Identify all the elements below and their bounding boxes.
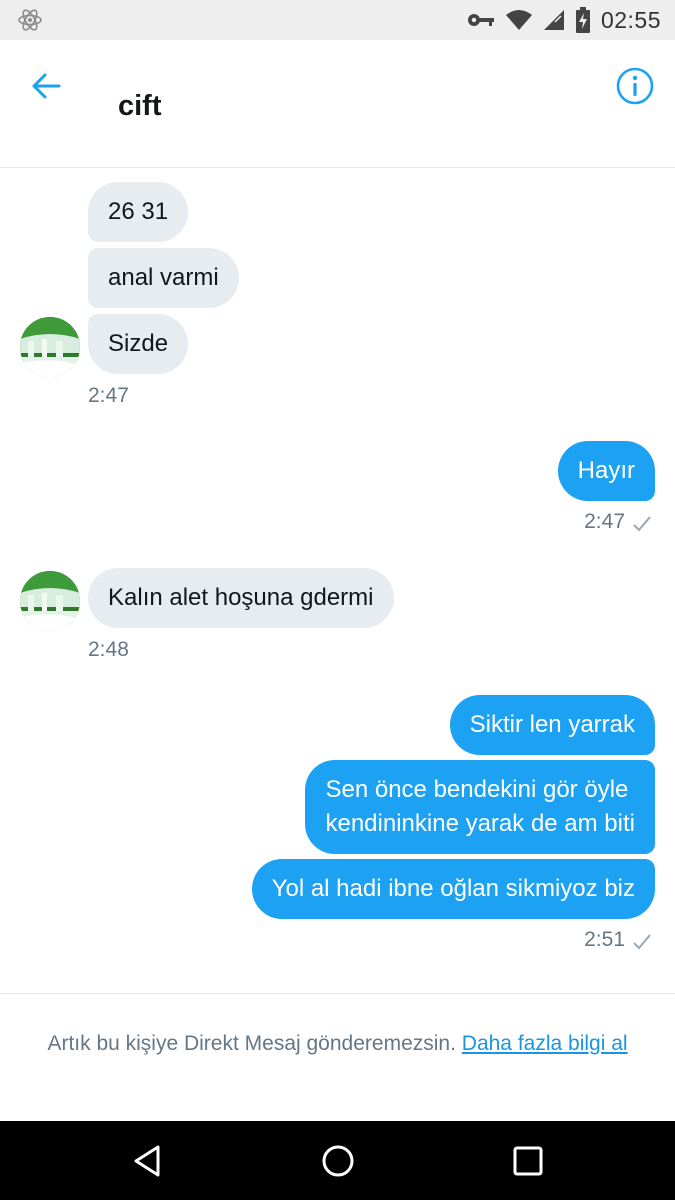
- learn-more-link[interactable]: Daha fazla bilgi al: [462, 1032, 628, 1055]
- outgoing-message[interactable]: Siktir len yarrak: [449, 695, 655, 755]
- waterfall-avatar-image: [20, 571, 80, 631]
- avatar[interactable]: [20, 317, 80, 377]
- outgoing-message[interactable]: Hayır: [557, 441, 655, 501]
- react-atom-icon: [18, 9, 42, 31]
- battery-icon: [575, 7, 590, 33]
- incoming-message[interactable]: anal varmi: [88, 248, 239, 308]
- status-time: 02:55: [600, 6, 661, 33]
- incoming-message[interactable]: 26 31: [88, 182, 189, 242]
- back-triangle-icon[interactable]: [128, 1141, 168, 1181]
- message-thread[interactable]: 26 31 anal varmi Sizde 2:47 Hayır 2:47 K…: [0, 168, 675, 993]
- outgoing-message[interactable]: Yol al hadi ibne oğlan sikmiyoz biz: [251, 859, 655, 919]
- recents-square-icon[interactable]: [508, 1141, 548, 1181]
- home-circle-icon[interactable]: [318, 1141, 358, 1181]
- sent-check-icon: [633, 516, 651, 532]
- back-arrow-icon: [32, 73, 61, 99]
- outgoing-message[interactable]: Sen önce bendekini gör öyle kendininkine…: [305, 760, 655, 854]
- dm-disabled-notice: Artık bu kişiye Direkt Mesaj gönderemezs…: [0, 993, 675, 1121]
- incoming-message[interactable]: Kalın alet hoşuna gdermi: [88, 568, 394, 628]
- message-text: Yol al hadi ibne oğlan sikmiyoz biz: [271, 875, 635, 902]
- notice-message: Artık bu kişiye Direkt Mesaj gönderemezs…: [47, 1032, 456, 1055]
- message-text-line: kendininkine yarak de am biti: [325, 810, 635, 837]
- status-bar: 02:55: [0, 0, 675, 40]
- waterfall-avatar-image: [20, 317, 80, 377]
- message-timestamp: 2:47: [584, 510, 625, 533]
- navigation-bar: [0, 1121, 675, 1200]
- avatar[interactable]: [20, 571, 80, 631]
- notice-text-block: Artık bu kişiye Direkt Mesaj gönderemezs…: [0, 1028, 675, 1060]
- key-icon: [467, 14, 494, 26]
- signal-icon: [543, 10, 564, 30]
- info-icon[interactable]: [615, 66, 655, 106]
- message-text: anal varmi: [108, 264, 219, 291]
- message-text: Siktir len yarrak: [469, 711, 635, 738]
- message-text: Sizde: [108, 330, 169, 357]
- message-timestamp: 2:47: [88, 384, 129, 407]
- message-text: Kalın alet hoşuna gdermi: [108, 584, 374, 611]
- conversation-header: cift: [0, 40, 675, 168]
- conversation-title: cift: [118, 90, 162, 122]
- wifi-icon: [505, 10, 532, 30]
- sent-check-icon: [633, 934, 651, 950]
- incoming-message[interactable]: Sizde: [88, 314, 189, 374]
- message-text-line: Sen önce bendekini gör öyle: [325, 776, 629, 803]
- message-timestamp: 2:51: [584, 928, 625, 951]
- message-text: 26 31: [108, 198, 169, 225]
- back-button[interactable]: [24, 64, 68, 108]
- message-text: Hayır: [577, 457, 635, 484]
- message-timestamp: 2:48: [88, 638, 129, 661]
